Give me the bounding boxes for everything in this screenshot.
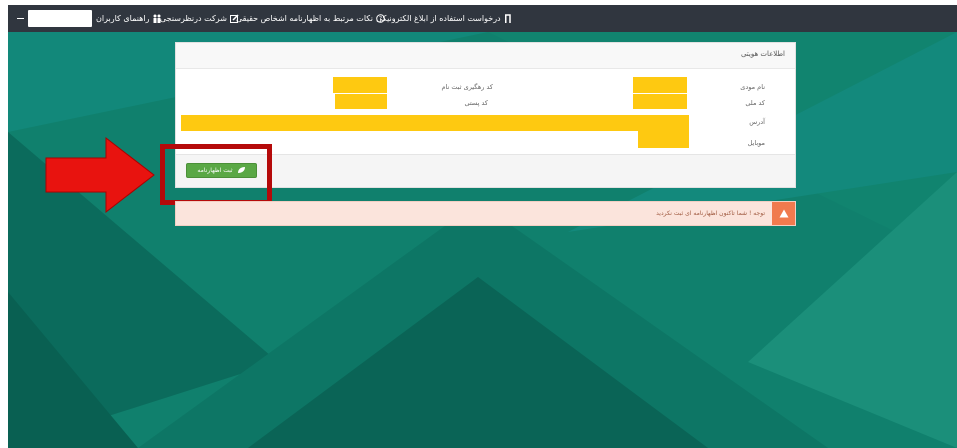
nav-user-guide-label: راهنمای کاربران — [96, 14, 150, 23]
panel-title: اطلاعات هویتی — [740, 50, 785, 58]
warning-alert: توجه ! شما تاکنون اظهارنامه ای ثبت نکردی… — [175, 201, 796, 226]
nav-e-notice-request-label: درخواست استفاده از ابلاغ الکترونیکی — [376, 14, 501, 23]
address-value — [181, 115, 689, 131]
address-label: آدرس — [749, 118, 765, 126]
alert-text: توجه ! شما تاکنون اظهارنامه ای ثبت نکردی… — [656, 210, 765, 217]
tracking-code-value — [333, 77, 387, 93]
user-menu-caret-icon[interactable] — [17, 18, 24, 19]
nav-notes-label: نکات مرتبط به اظهارنامه اشخاص حقیقی — [236, 14, 373, 23]
nav-e-notice-request[interactable]: درخواست استفاده از ابلاغ الکترونیکی — [376, 5, 512, 32]
nav-user-guide[interactable]: راهنمای کاربران — [96, 5, 162, 32]
highlight-box — [160, 144, 272, 205]
national-code-label: کد ملی — [745, 99, 765, 107]
taxpayer-name-label: نام مودی — [740, 83, 765, 91]
taxpayer-name-value — [633, 77, 687, 93]
user-menu[interactable] — [28, 10, 92, 27]
postal-code-value — [335, 94, 387, 109]
nav-survey[interactable]: شرکت درنظرسنجی — [160, 5, 239, 32]
document-icon — [504, 13, 512, 24]
mobile-value — [638, 131, 689, 148]
panel-header: اطلاعات هویتی — [176, 43, 795, 69]
top-navbar: راهنمای کاربران شرکت درنظرسنجی ? نکات مر… — [8, 5, 957, 32]
nav-notes[interactable]: ? نکات مرتبط به اظهارنامه اشخاص حقیقی — [236, 5, 385, 32]
postal-code-label: کد پستی — [464, 99, 488, 107]
mobile-label: موبایل — [747, 139, 765, 147]
tracking-code-label: کد رهگیری ثبت نام — [441, 83, 493, 91]
national-code-value — [633, 94, 687, 109]
warning-triangle-icon — [779, 209, 788, 218]
nav-survey-label: شرکت درنظرسنجی — [160, 14, 227, 23]
alert-icon-box — [772, 202, 795, 225]
red-arrow-icon — [45, 136, 155, 214]
